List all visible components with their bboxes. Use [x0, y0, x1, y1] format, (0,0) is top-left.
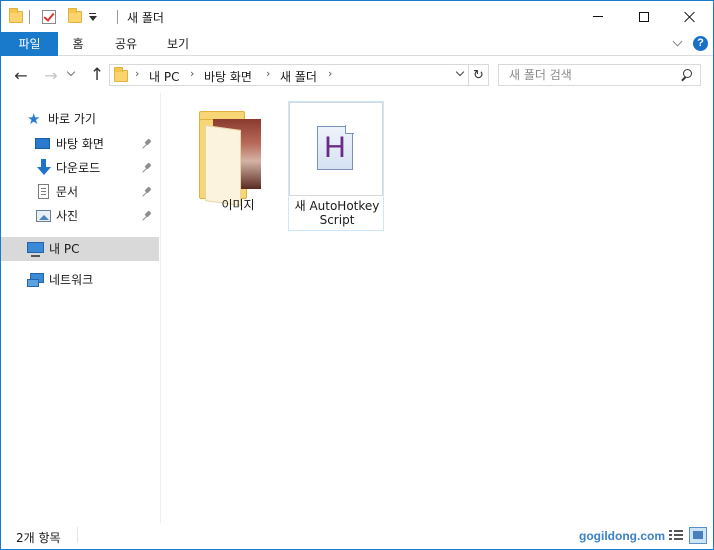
sidebar-item-downloads[interactable]: 다운로드 [1, 156, 159, 180]
up-button[interactable]: ↑ [87, 65, 107, 85]
file-name: 이미지 [221, 198, 255, 212]
folder-front-part [205, 125, 241, 207]
ribbon-tabs: 파일 홈 공유 보기 ? [1, 32, 713, 56]
download-icon [37, 159, 51, 177]
sidebar-item-desktop[interactable]: 바탕 화면 [1, 132, 159, 156]
close-button[interactable] [667, 1, 713, 32]
tab-share[interactable]: 공유 [105, 32, 147, 56]
title-separator [117, 10, 118, 24]
file-item-folder[interactable]: 이미지 [190, 101, 286, 231]
help-icon[interactable]: ? [693, 36, 708, 51]
navigation-pane: ★ 바로 가기 바탕 화면 다운로드 문서 사진 내 PC 네트워크 [1, 93, 161, 523]
sidebar-item-documents[interactable]: 문서 [1, 180, 159, 204]
tab-home[interactable]: 홈 [61, 32, 95, 56]
minimize-button[interactable] [575, 1, 621, 32]
breadcrumb-separator-icon[interactable]: › [266, 67, 270, 80]
properties-icon[interactable] [42, 10, 56, 24]
address-history-chevron-icon[interactable] [455, 69, 465, 79]
forward-button[interactable]: → [41, 65, 61, 85]
sidebar-item-quick-access[interactable]: ★ 바로 가기 [1, 107, 159, 131]
tab-file[interactable]: 파일 [1, 32, 58, 56]
sidebar-item-pictures[interactable]: 사진 [1, 204, 159, 228]
sidebar-item-label: 문서 [56, 185, 79, 199]
breadcrumb-separator-icon[interactable]: › [328, 67, 332, 80]
maximize-button[interactable] [621, 1, 667, 32]
sidebar-item-label: 바탕 화면 [56, 137, 104, 151]
toolbar-separator [29, 10, 30, 24]
pin-icon[interactable] [143, 211, 153, 221]
sidebar-item-label: 네트워크 [49, 273, 94, 287]
pin-icon[interactable] [143, 187, 153, 197]
recent-locations-chevron-icon[interactable] [66, 69, 76, 79]
computer-icon [27, 242, 44, 257]
watermark: gogildong.com [579, 529, 665, 543]
sidebar-item-label: 사진 [56, 209, 79, 223]
autohotkey-script-icon: H [317, 125, 354, 170]
pictures-icon [36, 210, 51, 222]
search-input[interactable] [499, 65, 674, 85]
sidebar-item-label: 내 PC [49, 242, 80, 256]
ahk-letter: H [324, 131, 346, 164]
customize-toolbar-dropdown-icon[interactable] [88, 10, 98, 24]
quick-access-toolbar [9, 7, 98, 27]
file-list[interactable]: 이미지 H 새 AutoHotkey Script [162, 93, 713, 523]
folder-icon[interactable] [9, 8, 23, 23]
star-icon: ★ [27, 110, 41, 128]
navigation-bar: ← → ↑ › 내 PC › 바탕 화면 › 새 폴더 › ↻ [1, 57, 713, 93]
tab-view[interactable]: 보기 [157, 32, 199, 56]
search-icon[interactable] [680, 69, 694, 83]
pin-icon[interactable] [143, 163, 153, 173]
window-title: 새 폴더 [127, 11, 164, 25]
pin-icon[interactable] [143, 139, 153, 149]
refresh-button[interactable]: ↻ [469, 64, 489, 86]
status-divider [77, 527, 78, 543]
address-bar[interactable]: › 내 PC › 바탕 화면 › 새 폴더 › [109, 64, 469, 86]
desktop-icon [35, 138, 50, 149]
maximize-icon [639, 11, 649, 22]
file-name: 새 AutoHotkey Script [294, 199, 380, 227]
breadcrumb-new-folder[interactable]: 새 폴더 [280, 68, 317, 85]
expand-ribbon-chevron-icon[interactable] [673, 38, 683, 48]
search-box[interactable] [498, 64, 701, 86]
folder-with-photo-icon [199, 111, 261, 207]
breadcrumb-separator-icon[interactable]: › [135, 67, 139, 80]
back-button[interactable]: ← [11, 65, 31, 85]
sidebar-item-label: 바로 가기 [48, 112, 96, 126]
title-bar: 새 폴더 [1, 1, 713, 32]
breadcrumb-desktop[interactable]: 바탕 화면 [204, 68, 252, 85]
network-icon [27, 272, 44, 287]
address-folder-icon [114, 67, 128, 82]
new-folder-icon[interactable] [68, 8, 82, 23]
minimize-icon [593, 16, 603, 17]
breadcrumb-separator-icon[interactable]: › [190, 67, 194, 80]
details-view-icon[interactable] [668, 529, 684, 543]
breadcrumb-this-pc[interactable]: 내 PC [149, 68, 179, 85]
documents-icon [38, 184, 49, 199]
close-icon [684, 11, 696, 23]
sidebar-item-label: 다운로드 [56, 161, 101, 175]
explorer-window: 새 폴더 파일 홈 공유 보기 ? ← → ↑ › 내 PC › 바탕 화면 ›… [0, 0, 714, 550]
large-icons-view-icon[interactable] [689, 527, 707, 544]
item-count: 2개 항목 [16, 531, 61, 545]
file-item-ahk-script[interactable]: H 새 AutoHotkey Script [288, 101, 384, 231]
status-bar: 2개 항목 gogildong.com [1, 523, 713, 549]
sidebar-item-this-pc[interactable]: 내 PC [1, 237, 159, 261]
sidebar-item-network[interactable]: 네트워크 [1, 268, 159, 292]
